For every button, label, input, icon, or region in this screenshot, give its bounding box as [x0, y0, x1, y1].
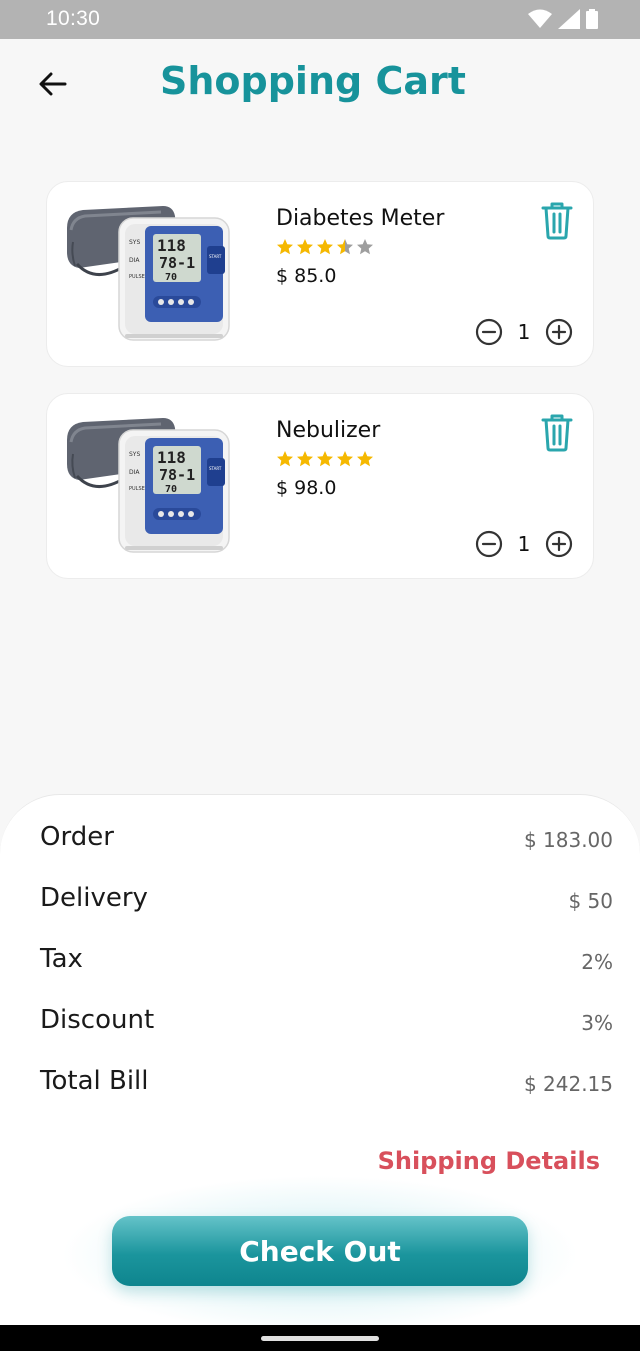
summary-label: Order [40, 822, 114, 852]
checkout-button[interactable]: Check Out [112, 1216, 528, 1286]
system-nav-bar [0, 1325, 640, 1351]
star-icon [317, 239, 333, 255]
page-title: Shopping Cart [160, 59, 466, 103]
wifi-icon [528, 9, 552, 28]
summary-value: $ 183.00 [523, 828, 613, 852]
star-icon [297, 239, 313, 255]
delete-icon[interactable] [539, 412, 575, 452]
star-icon [277, 451, 293, 467]
battery-icon [586, 9, 598, 29]
quantity-stepper: 1 [475, 318, 573, 346]
product-name: Diabetes Meter [276, 206, 445, 231]
quantity-stepper: 1 [475, 530, 573, 558]
product-price: $ 98.0 [276, 477, 337, 499]
summary-row-discount: Discount 3% [40, 1005, 613, 1041]
product-image [65, 206, 231, 342]
plus-circle-icon[interactable] [545, 318, 573, 346]
summary-row-tax: Tax 2% [40, 944, 613, 980]
product-name: Nebulizer [276, 418, 381, 443]
summary-value: $ 50 [568, 889, 613, 913]
cart-item[interactable]: Nebulizer $ 98.0 1 [46, 393, 594, 579]
back-button[interactable] [30, 61, 76, 107]
plus-circle-icon[interactable] [545, 530, 573, 558]
status-icons [528, 9, 598, 29]
cellular-signal-icon [558, 9, 580, 29]
summary-value: $ 242.15 [523, 1072, 613, 1096]
order-summary-panel: Order $ 183.00 Delivery $ 50 Tax 2% Disc… [0, 794, 640, 1335]
arrow-left-icon [39, 72, 67, 96]
home-indicator[interactable] [261, 1336, 379, 1341]
star-icon [297, 451, 313, 467]
star-icon [357, 451, 373, 467]
summary-row-order: Order $ 183.00 [40, 822, 613, 858]
minus-circle-icon[interactable] [475, 530, 503, 558]
shipping-details-link[interactable]: Shipping Details [378, 1147, 600, 1175]
quantity-value: 1 [517, 532, 531, 556]
app-header: Shopping Cart [0, 39, 640, 129]
status-time: 10:30 [46, 7, 101, 30]
summary-row-delivery: Delivery $ 50 [40, 883, 613, 919]
cart-item[interactable]: Diabetes Meter $ 85.0 1 [46, 181, 594, 367]
minus-circle-icon[interactable] [475, 318, 503, 346]
product-image [65, 418, 231, 554]
summary-value: 3% [581, 1011, 613, 1035]
summary-label: Delivery [40, 883, 148, 913]
summary-row-total-bill: Total Bill $ 242.15 [40, 1066, 613, 1102]
star-icon [317, 451, 333, 467]
star-icon [357, 239, 373, 255]
status-bar: 10:30 [0, 0, 640, 39]
star-icon [277, 239, 293, 255]
star-icon [337, 239, 353, 255]
delete-icon[interactable] [539, 200, 575, 240]
rating-stars [276, 238, 374, 256]
summary-label: Discount [40, 1005, 155, 1035]
product-price: $ 85.0 [276, 265, 337, 287]
star-icon [337, 451, 353, 467]
summary-label: Total Bill [40, 1066, 149, 1096]
summary-value: 2% [581, 950, 613, 974]
rating-stars [276, 450, 374, 468]
summary-label: Tax [40, 944, 83, 974]
quantity-value: 1 [517, 320, 531, 344]
